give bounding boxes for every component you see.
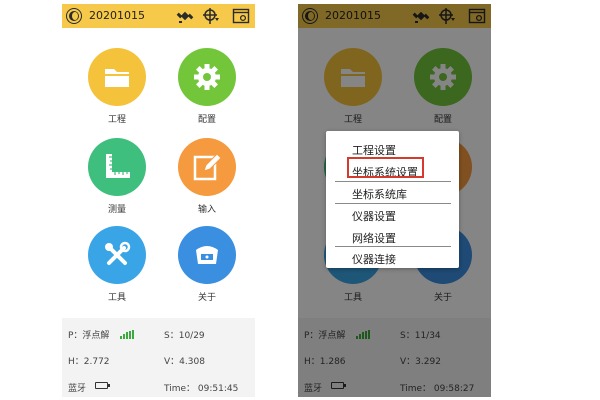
position-status: P：浮点解: [68, 331, 110, 341]
highlight-box: [347, 157, 424, 178]
app-config-circle[interactable]: [178, 48, 236, 106]
time-label: Time： 09:51:45: [164, 384, 239, 394]
folder-icon: [105, 69, 129, 87]
app-about[interactable]: 关于: [172, 226, 242, 314]
menu-item-instrument-settings[interactable]: 仪器设置: [326, 203, 459, 225]
app-project[interactable]: 工程: [82, 48, 152, 136]
config-popup-menu: 工程设置 坐标系统设置 坐标系统库 仪器设置 网络设置 仪器连接: [326, 131, 459, 268]
satellite-icon[interactable]: [176, 7, 194, 25]
app-grid: 工程 配置: [62, 28, 255, 318]
logo-icon: [67, 9, 81, 23]
app-measure-circle[interactable]: [88, 138, 146, 196]
app-measure[interactable]: 测量: [82, 138, 152, 226]
app-measure-label: 测量: [107, 205, 126, 215]
phone-screen-main: 20201015 工程 配置 测量 输入 工具 关于 P：浮点解 S：10/29…: [62, 4, 255, 397]
app-config[interactable]: 配置: [172, 48, 242, 136]
app-config-label: 配置: [197, 115, 216, 125]
v-precision: V：4.308: [164, 357, 205, 367]
edit-icon: [193, 153, 222, 181]
date-label: 20201015: [89, 9, 145, 22]
phone-screen-menu: 20201015 工程 配置 工具 关于 P：浮点解 S：11/34 H：1.2…: [298, 4, 491, 397]
pole-target-icon[interactable]: [202, 7, 220, 25]
top-bar: 20201015: [62, 4, 255, 28]
bluetooth-label: 蓝牙: [68, 384, 87, 394]
menu-item-instrument-connect[interactable]: 仪器连接: [326, 246, 459, 268]
tools-icon: [105, 241, 131, 265]
app-input-label: 输入: [197, 205, 216, 215]
ruler-icon: [106, 154, 130, 178]
app-project-label: 工程: [107, 115, 126, 125]
app-input-circle[interactable]: [178, 138, 236, 196]
status-panel: P：浮点解 S：10/29 H：2.772 V：4.308 蓝牙 Time： 0…: [62, 318, 255, 397]
settings-window-icon[interactable]: [232, 7, 250, 25]
app-input[interactable]: 输入: [172, 138, 242, 226]
app-tools-circle[interactable]: [88, 226, 146, 284]
app-tools-label: 工具: [107, 293, 126, 303]
signal-icon: [120, 330, 136, 339]
app-about-circle[interactable]: [178, 226, 236, 284]
h-precision: H：2.772: [68, 357, 110, 367]
app-project-circle[interactable]: [88, 48, 146, 106]
receiver-icon: [196, 246, 218, 264]
menu-item-network-settings[interactable]: 网络设置: [326, 225, 459, 247]
satellite-count: S：10/29: [164, 331, 205, 341]
app-tools[interactable]: 工具: [82, 226, 152, 314]
app-about-label: 关于: [197, 293, 216, 303]
menu-item-coord-system-library[interactable]: 坐标系统库: [326, 181, 459, 203]
menu-item-project-settings[interactable]: 工程设置: [326, 137, 459, 159]
gear-icon: [194, 64, 220, 90]
battery-icon: [95, 382, 110, 389]
